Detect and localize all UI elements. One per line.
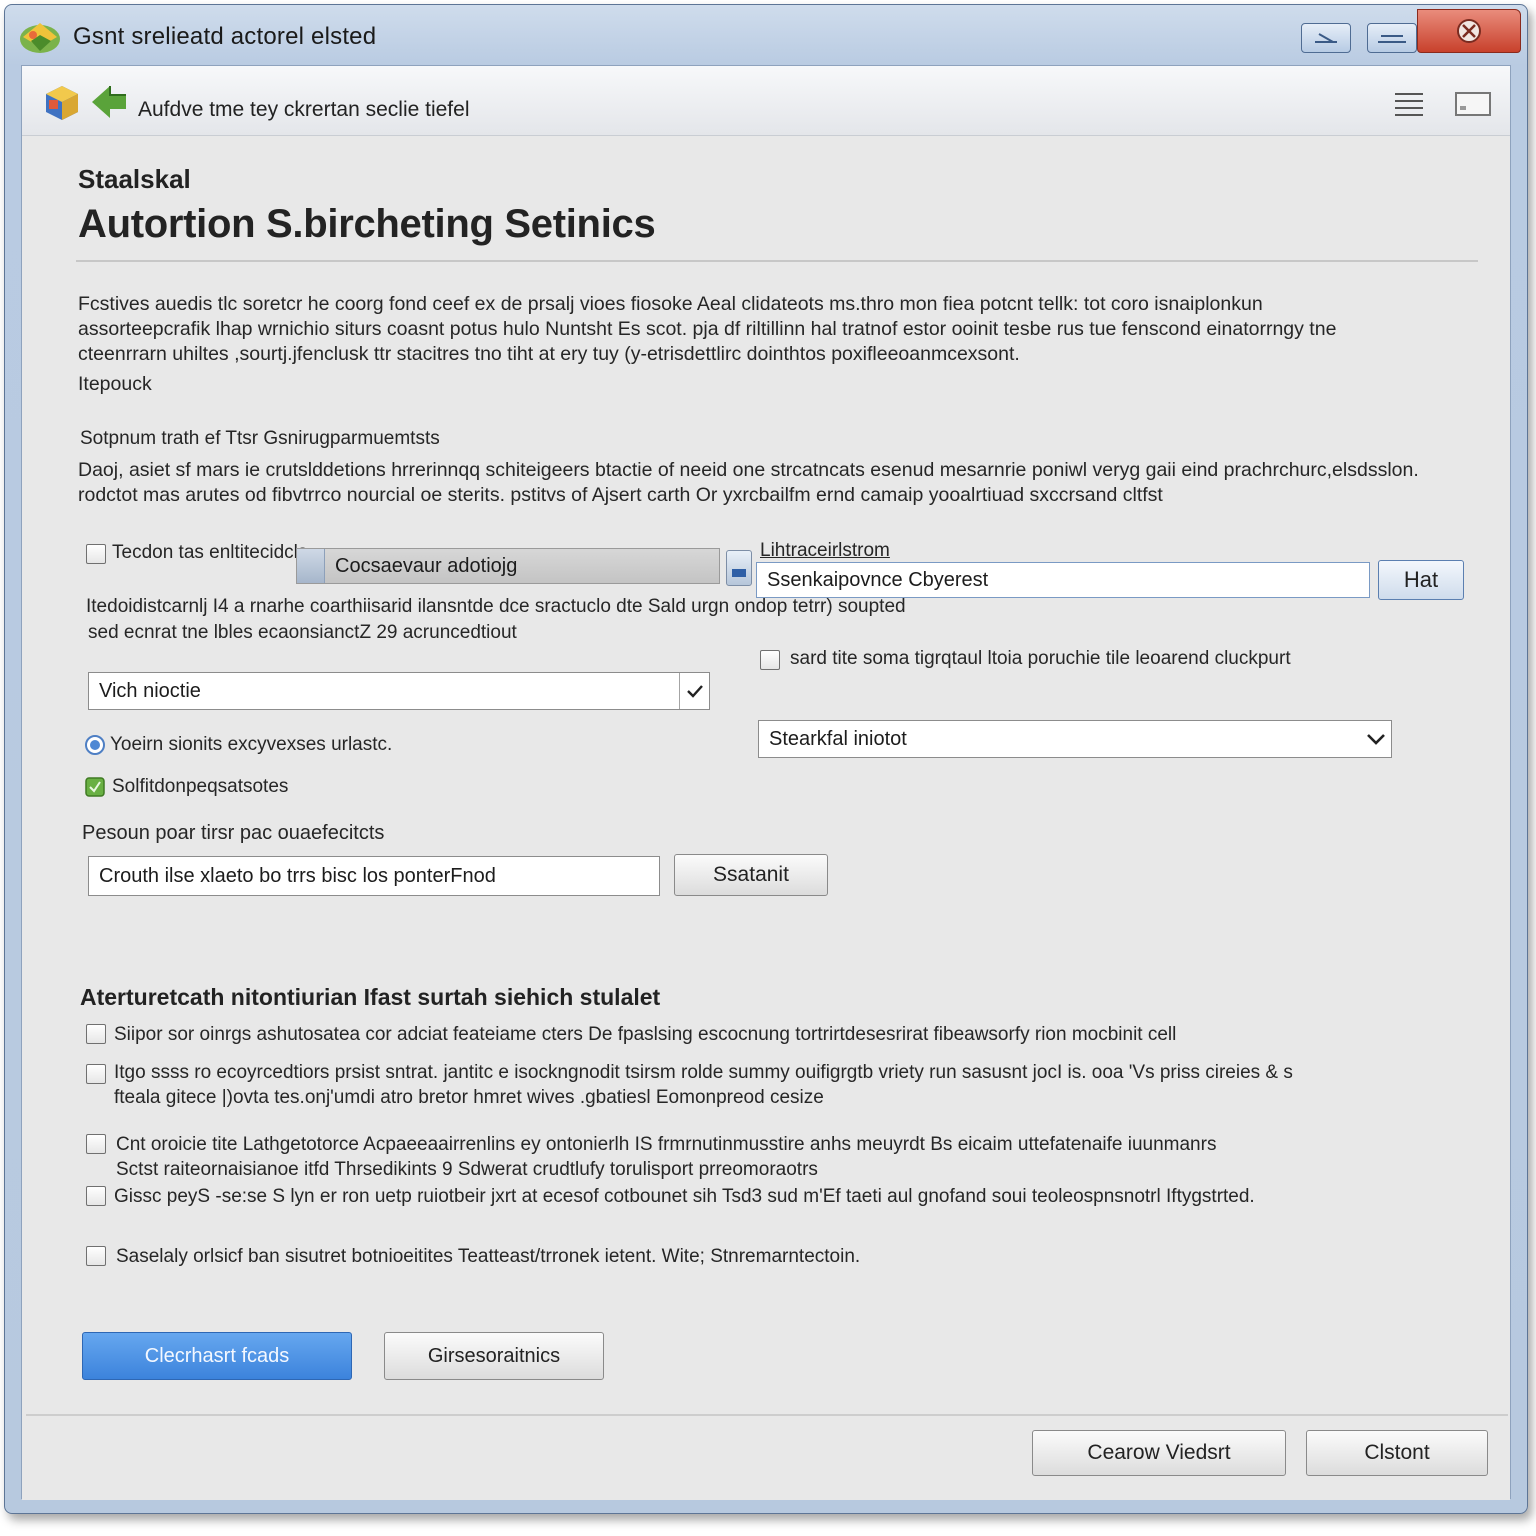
text-input[interactable]: Crouth ilse xlaeto bo trrs bisc los pont… bbox=[88, 856, 660, 896]
advanced-option-text-3: Cnt oroicie tite Lathgetotorce Acpaeeaai… bbox=[116, 1134, 1217, 1180]
green-check-icon[interactable] bbox=[84, 776, 106, 798]
toolbar: Aufdve tme tey ckrertan seclie tiefel bbox=[22, 66, 1510, 136]
toolbar-text: Aufdve tme tey ckrertan seclie tiefel bbox=[138, 98, 470, 121]
checkmark-icon bbox=[686, 685, 703, 698]
subsection-line: rodctot mas arutes od fibvtrrco nourcial… bbox=[78, 484, 1163, 506]
right-option-checkbox-label: sard tite soma tigrqtaul ltoia poruchie … bbox=[790, 648, 1291, 669]
app-icon bbox=[20, 23, 60, 53]
radio-label: Yoeirn sionits excyvexses urlastc. bbox=[110, 734, 393, 755]
radio-icon[interactable] bbox=[84, 734, 106, 756]
advanced-option-checkbox-5[interactable] bbox=[86, 1246, 106, 1266]
window-view-icon[interactable] bbox=[1454, 90, 1492, 118]
field-spinner-button[interactable] bbox=[726, 550, 752, 586]
right-text-field[interactable]: Ssenkaipovnce Cbyerest bbox=[756, 562, 1370, 598]
maximize-button[interactable] bbox=[1367, 23, 1417, 53]
helper-line-2: sed ecnrat tne lbles ecaonsianctZ 29 acr… bbox=[88, 622, 517, 643]
helper-line-1: Itedoidistcarnlj I4 a rnarhe coarthiisar… bbox=[86, 596, 906, 617]
advanced-option-checkbox-2[interactable] bbox=[86, 1064, 106, 1084]
maximize-icon bbox=[1378, 35, 1406, 43]
intro-line: assorteepcrafik lhap wrnichio siturs coa… bbox=[78, 318, 1337, 340]
text-input-value: Crouth ilse xlaeto bo trrs bisc los pont… bbox=[99, 864, 496, 887]
right-dropdown-toggle[interactable] bbox=[1361, 721, 1391, 757]
readonly-field[interactable]: Cocsaevaur adotiojg bbox=[296, 548, 720, 584]
advanced-option-text-1: Siipor sor oinrgs ashutosatea cor adciat… bbox=[114, 1024, 1177, 1045]
input-label: Pesoun poar tirsr pac ouaefecitcts bbox=[82, 822, 385, 844]
advanced-option-checkbox-4[interactable] bbox=[86, 1186, 106, 1206]
intro-paragraph: Fcstives auedis tlc soretcr he coorg fon… bbox=[78, 292, 1458, 367]
mode-dropdown-toggle[interactable] bbox=[679, 673, 709, 709]
window-title: Gsnt srelieatd actorel elsted bbox=[73, 23, 377, 50]
submit-button[interactable]: Ssatanit bbox=[674, 854, 828, 896]
chevron-down-icon bbox=[1367, 734, 1385, 745]
arrow-icon[interactable] bbox=[88, 82, 130, 120]
package-icon[interactable] bbox=[40, 80, 84, 124]
page-title: Autortion S.bircheting Setinics bbox=[78, 202, 656, 246]
right-dropdown[interactable]: Stearkfal iniotot bbox=[758, 720, 1392, 758]
secondary-action-button[interactable]: Girsesoraitnics bbox=[384, 1332, 604, 1380]
mode-dropdown-value: Vich nioctie bbox=[99, 679, 201, 702]
footer-button-1[interactable]: Cearow Viedsrt bbox=[1032, 1430, 1286, 1476]
subsection-paragraph: Daoj, asiet sf mars ie crutslddetions hr… bbox=[78, 458, 1468, 508]
option-checkbox-1-label: Tecdon tas enltitecidcls bbox=[112, 542, 308, 563]
title-bar[interactable]: Gsnt srelieatd actorel elsted bbox=[5, 5, 1527, 63]
footer-button-2[interactable]: Clstont bbox=[1306, 1430, 1488, 1476]
footer-divider bbox=[26, 1414, 1508, 1416]
advanced-option-text-4: Gissc peyS -se:se S lyn er ron uetp ruio… bbox=[114, 1186, 1255, 1207]
right-helper-tail: ondop tetrr) soupted bbox=[734, 596, 906, 617]
spinner-icon bbox=[732, 569, 746, 577]
intro-line: cteenrrarn uhiltes ,sourtj.jfenclusk ttr… bbox=[78, 343, 1020, 365]
list-view-icon[interactable] bbox=[1392, 90, 1426, 118]
advanced-option-checkbox-3[interactable] bbox=[86, 1134, 106, 1154]
client-area: Aufdve tme tey ckrertan seclie tiefel St… bbox=[21, 65, 1511, 1500]
minimize-button[interactable] bbox=[1301, 23, 1351, 53]
title-divider bbox=[76, 260, 1478, 262]
section-kicker: Staalskal bbox=[78, 164, 191, 194]
option-checkbox-1[interactable] bbox=[86, 544, 106, 564]
green-check-label: Solfitdonpeqsatsotes bbox=[112, 776, 289, 797]
primary-action-button[interactable]: Clecrhasrt fcads bbox=[82, 1332, 352, 1380]
advanced-option-checkbox-1[interactable] bbox=[86, 1024, 106, 1044]
minimize-icon bbox=[1315, 33, 1337, 43]
settings-content: Staalskal Autortion S.bircheting Setinic… bbox=[22, 136, 1510, 1500]
right-text-field-value: Ssenkaipovnce Cbyerest bbox=[767, 568, 989, 591]
close-icon bbox=[1457, 19, 1481, 43]
right-dropdown-value: Stearkfal iniotot bbox=[769, 727, 907, 750]
subsection-line: Daoj, asiet sf mars ie crutslddetions hr… bbox=[78, 459, 1419, 481]
advanced-option-text-5: Saselaly orlsicf ban sisutret botnioeiti… bbox=[116, 1246, 861, 1267]
mode-dropdown[interactable]: Vich nioctie bbox=[88, 672, 710, 710]
readonly-field-value: Cocsaevaur adotiojg bbox=[335, 554, 518, 577]
intro-note: Itepouck bbox=[78, 373, 152, 395]
right-field-button[interactable]: Hat bbox=[1378, 560, 1464, 600]
subsection-label: Sotpnum trath ef Ttsr Gsnirugparmuemtsts bbox=[80, 428, 440, 449]
field-lead-segment bbox=[297, 549, 325, 583]
intro-line: Fcstives auedis tlc soretcr he coorg fon… bbox=[78, 293, 1263, 315]
right-field-label: Lihtraceirlstrom bbox=[760, 540, 890, 561]
advanced-section-title: Aterturetcath nitontiurian Ifast surtah … bbox=[80, 984, 661, 1010]
advanced-option-text-2: Itgo ssss ro ecoyrcedtiors prsist sntrat… bbox=[114, 1062, 1293, 1108]
app-window: Gsnt srelieatd actorel elsted Aufdve tme… bbox=[4, 4, 1528, 1514]
right-option-checkbox[interactable] bbox=[760, 650, 780, 670]
close-button[interactable] bbox=[1417, 9, 1521, 53]
